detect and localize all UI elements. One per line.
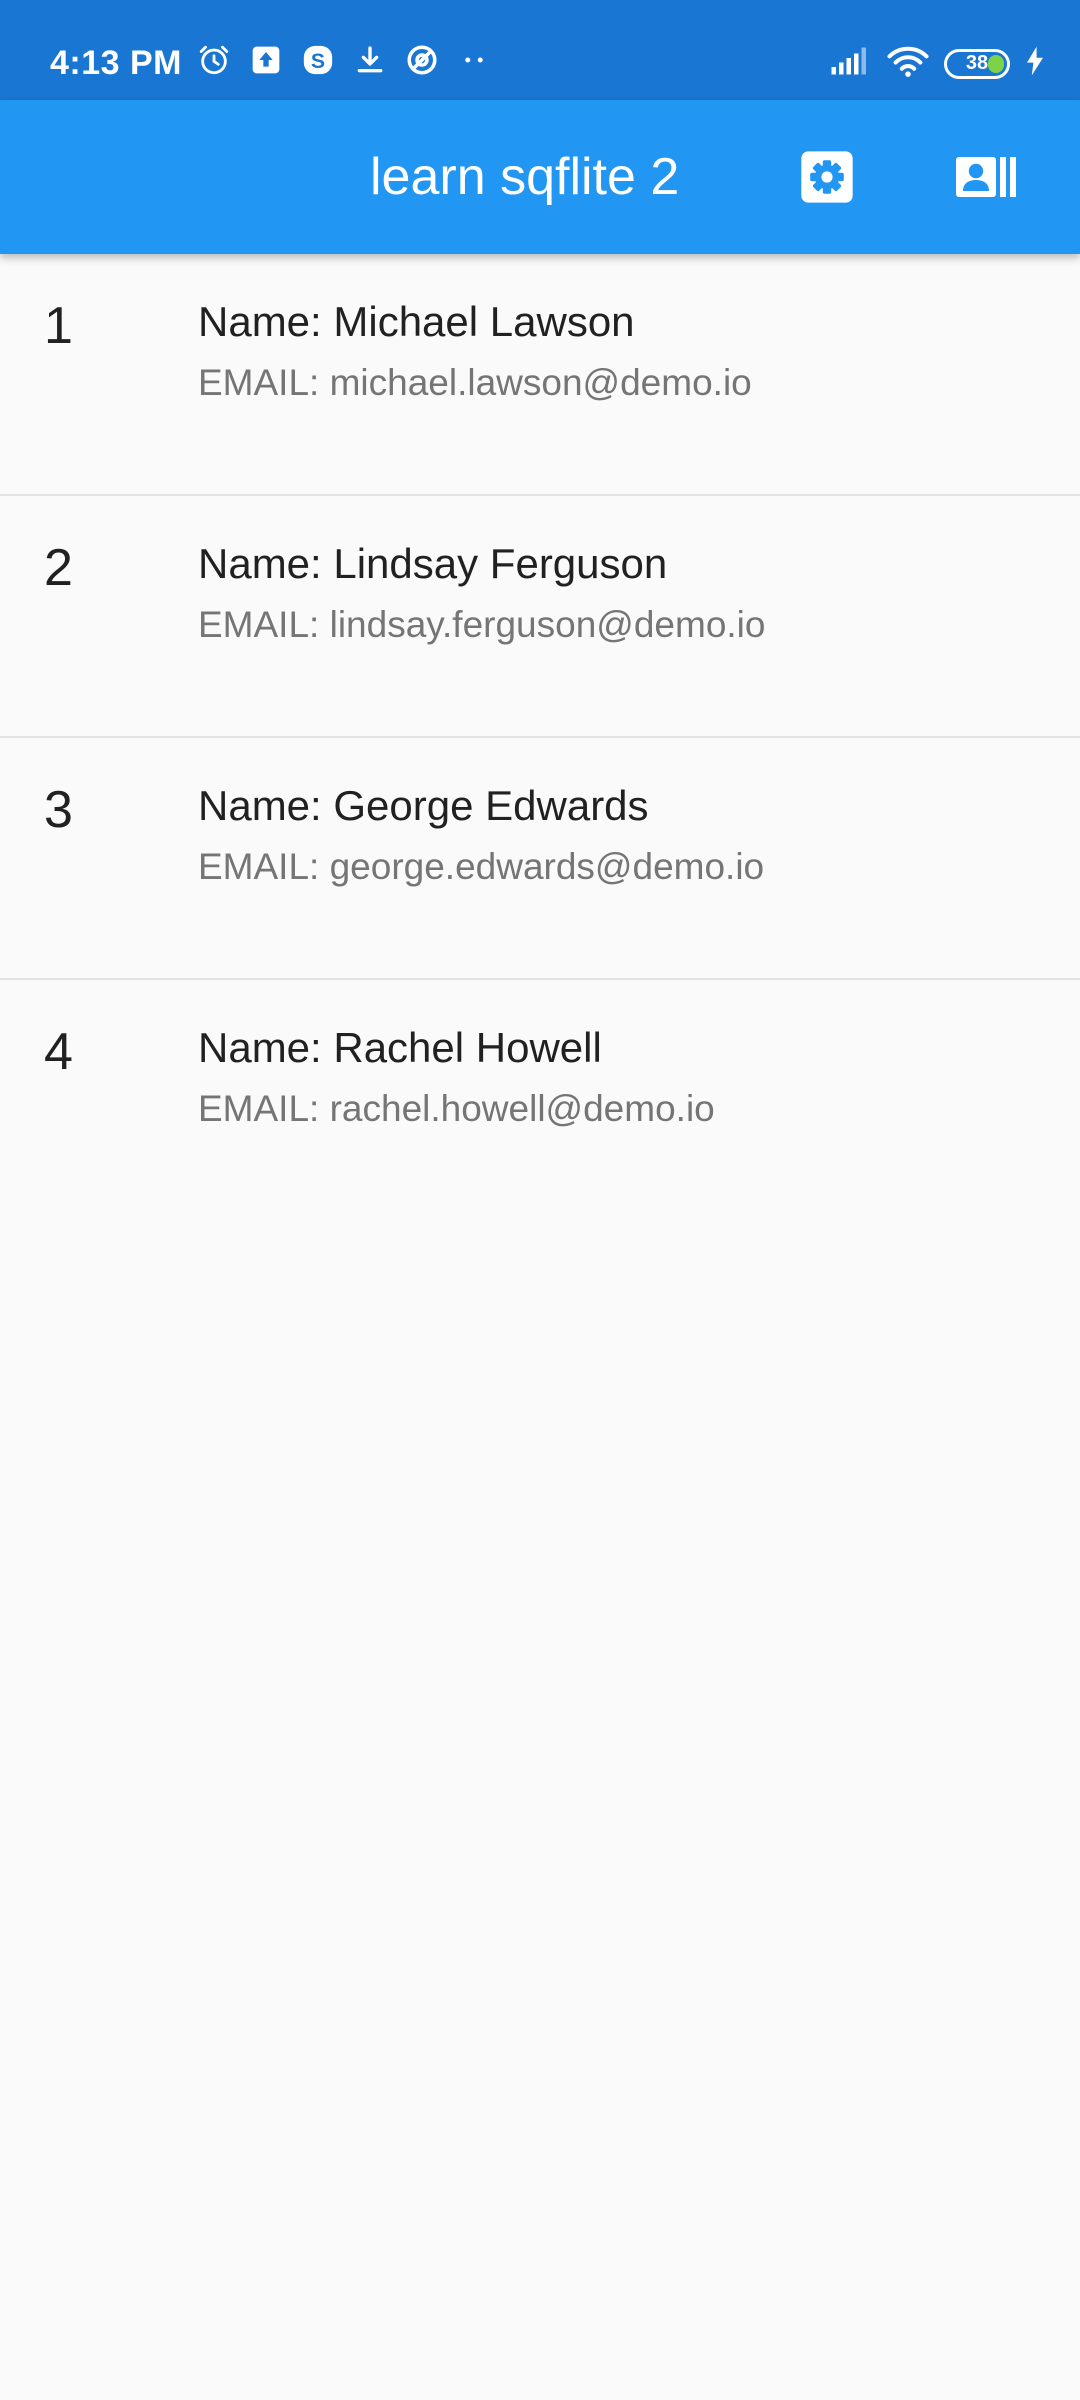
upload-icon: [248, 42, 284, 78]
status-bar: 4:13 PM S 38: [0, 0, 1080, 100]
user-id: 1: [44, 297, 73, 355]
signal-icon: [830, 46, 872, 81]
contacts-icon: [956, 157, 1016, 197]
user-name: Name: Lindsay Ferguson: [198, 540, 668, 587]
user-name: Name: Michael Lawson: [198, 298, 635, 345]
notification-icons: S: [196, 42, 492, 78]
contacts-button[interactable]: [946, 137, 1026, 217]
battery-percent: 38: [965, 52, 989, 74]
list-item[interactable]: 4 Name: Rachel Howell EMAIL: rachel.howe…: [0, 980, 1080, 1222]
download-icon: [352, 42, 388, 78]
svg-text:S: S: [311, 49, 325, 73]
vpn-icon: [404, 42, 440, 78]
user-id: 4: [44, 1023, 73, 1081]
user-id: 3: [44, 781, 73, 839]
skype-icon: S: [300, 42, 336, 78]
battery-icon: 38: [944, 48, 1010, 79]
charging-icon: [1024, 45, 1046, 82]
settings-button[interactable]: [787, 137, 867, 217]
wifi-icon: [886, 44, 930, 83]
list-item[interactable]: 2 Name: Lindsay Ferguson EMAIL: lindsay.…: [0, 496, 1080, 738]
user-id: 2: [44, 539, 73, 597]
alarm-icon: [196, 42, 232, 78]
user-name: Name: George Edwards: [198, 782, 649, 829]
app-bar: learn sqflite 2: [0, 100, 1080, 254]
user-email: EMAIL: rachel.howell@demo.io: [198, 1088, 715, 1129]
user-email: EMAIL: michael.lawson@demo.io: [198, 362, 752, 403]
list-item[interactable]: 1 Name: Michael Lawson EMAIL: michael.la…: [0, 254, 1080, 496]
user-email: EMAIL: george.edwards@demo.io: [198, 846, 765, 887]
more-dots-icon: [456, 42, 492, 78]
battery-level: [988, 54, 1004, 73]
page-title: learn sqflite 2: [370, 148, 680, 206]
list-item[interactable]: 3 Name: George Edwards EMAIL: george.edw…: [0, 738, 1080, 980]
status-time: 4:13 PM: [50, 44, 182, 82]
user-list: 1 Name: Michael Lawson EMAIL: michael.la…: [0, 254, 1080, 1222]
user-email: EMAIL: lindsay.ferguson@demo.io: [198, 604, 766, 645]
system-icons: 38: [830, 44, 1046, 83]
settings-icon: [801, 151, 853, 203]
user-name: Name: Rachel Howell: [198, 1024, 602, 1071]
